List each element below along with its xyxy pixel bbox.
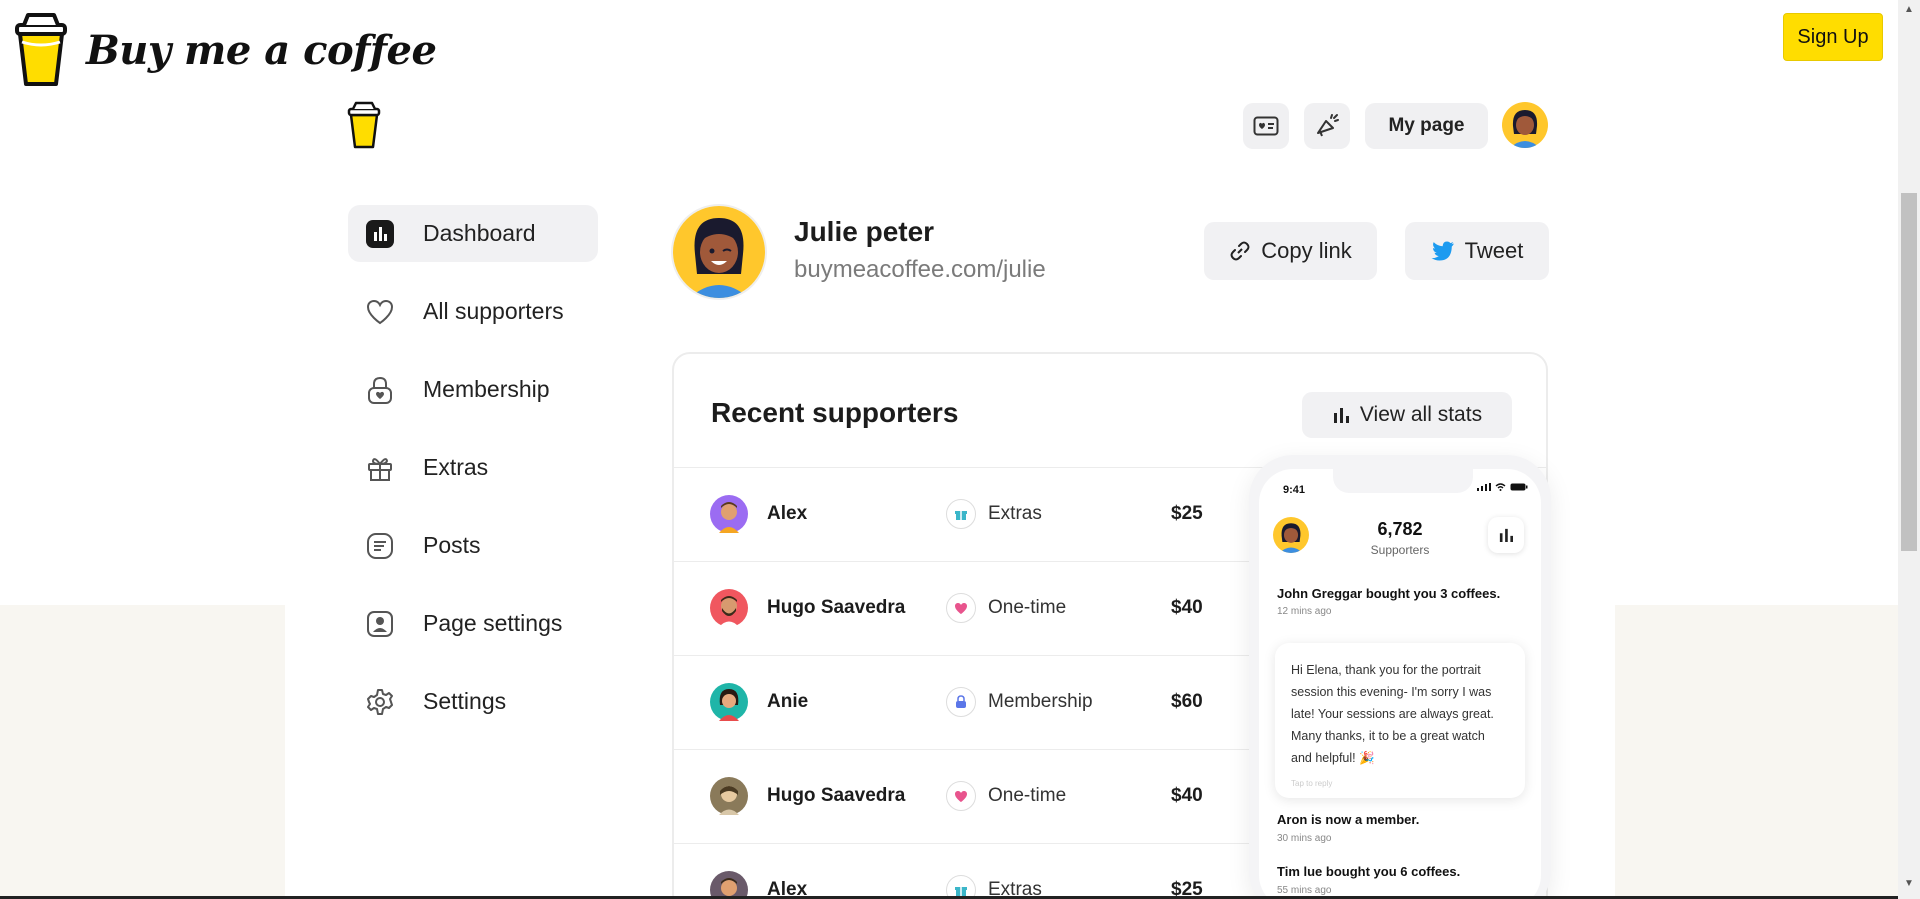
- sidebar-item-page-settings[interactable]: Page settings: [348, 595, 598, 652]
- sidebar-item-label: Dashboard: [423, 220, 536, 246]
- copy-link-label: Copy link: [1261, 238, 1352, 263]
- scroll-thumb[interactable]: [1901, 193, 1917, 551]
- supporter-name: Alex: [767, 503, 808, 524]
- extras-icon: [946, 499, 976, 529]
- feed-item-title: Aron is now a member.: [1277, 812, 1420, 827]
- sidebar-item-extras[interactable]: Extras: [348, 439, 598, 496]
- battery-icon: [1510, 483, 1528, 491]
- megaphone-icon: [1317, 114, 1339, 137]
- scroll-up-arrow-icon[interactable]: ▲: [1898, 4, 1920, 18]
- id-card-icon: [1253, 116, 1279, 136]
- lock-icon: [365, 375, 395, 405]
- sidebar-item-label: All supporters: [423, 298, 564, 324]
- supporter-name: Hugo Saavedra: [767, 597, 906, 618]
- profile-name: Julie peter: [794, 216, 935, 247]
- tweet-button[interactable]: Tweet: [1405, 222, 1549, 280]
- heart-icon: [365, 297, 395, 327]
- phone-time: 9:41: [1283, 484, 1306, 496]
- sidebar-item-membership[interactable]: Membership: [348, 361, 598, 418]
- support-amount: $25: [1171, 503, 1203, 524]
- phone-status-icons: [1477, 483, 1528, 491]
- heart-icon: [946, 781, 976, 811]
- message-text: Hi Elena, thank you for the portrait ses…: [1291, 663, 1494, 765]
- support-type: One-time: [988, 785, 1067, 806]
- view-all-stats-button[interactable]: View all stats: [1302, 392, 1512, 438]
- supporter-avatar: [710, 589, 748, 627]
- phone-notch: [1333, 469, 1473, 493]
- avatar-icon: [671, 204, 767, 300]
- coffee-cup-logo-icon: [15, 13, 67, 86]
- supporter-avatar: [710, 683, 748, 721]
- sidebar-item-label: Membership: [423, 376, 550, 402]
- phone-stats-button[interactable]: [1488, 517, 1524, 553]
- feed-item-title: Tim lue bought you 6 coffees.: [1277, 864, 1461, 879]
- feed-item-time: 30 mins ago: [1277, 833, 1332, 844]
- sidebar-item-dashboard[interactable]: Dashboard: [348, 205, 598, 262]
- site-logo[interactable]: Buy me a coffee: [14, 12, 437, 88]
- link-icon: [1230, 241, 1250, 261]
- dashboard-icon: [365, 219, 395, 249]
- support-amount: $40: [1171, 597, 1203, 618]
- view-all-stats-label: View all stats: [1359, 403, 1483, 426]
- id-card-button[interactable]: [1243, 103, 1289, 149]
- brand-wordmark: Buy me a coffee: [86, 26, 437, 74]
- my-page-button[interactable]: My page: [1365, 103, 1488, 149]
- page: Buy me a coffee Sign Up My page Dashboar…: [0, 0, 1920, 899]
- support-type: Extras: [988, 503, 1042, 524]
- support-type: Membership: [988, 691, 1093, 712]
- support-amount: $60: [1171, 691, 1203, 712]
- profile-avatar: [671, 204, 767, 300]
- phone-screen: 9:41 6,782 Supporters John Greggar bough…: [1259, 469, 1541, 899]
- support-type: One-time: [988, 597, 1067, 618]
- sidebar-item-label: Posts: [423, 532, 481, 558]
- supporter-name: Anie: [767, 691, 809, 712]
- sidebar: Dashboard All supporters Membership Extr…: [348, 205, 598, 751]
- sidebar-item-all-supporters[interactable]: All supporters: [348, 283, 598, 340]
- scroll-down-arrow-icon[interactable]: ▼: [1898, 878, 1920, 892]
- feed-item-time: 55 mins ago: [1277, 885, 1332, 896]
- sidebar-item-label: Settings: [423, 688, 507, 714]
- feed-item-title: John Greggar bought you 3 coffees.: [1277, 586, 1501, 601]
- bar-chart-icon: [1333, 408, 1349, 423]
- user-avatar[interactable]: [1502, 102, 1548, 148]
- bar-chart-icon: [1499, 528, 1513, 542]
- announce-button[interactable]: [1304, 103, 1350, 149]
- sidebar-item-settings[interactable]: Settings: [348, 673, 598, 730]
- avatar-icon: [1502, 102, 1548, 148]
- sidebar-item-label: Page settings: [423, 610, 563, 636]
- supporter-avatar: [710, 871, 748, 899]
- tweet-label: Tweet: [1464, 238, 1524, 263]
- page-scrollbar[interactable]: ▲ ▼: [1898, 0, 1920, 899]
- sign-up-button[interactable]: Sign Up: [1783, 13, 1883, 61]
- message-bubble: Hi Elena, thank you for the portrait ses…: [1275, 643, 1525, 798]
- heart-icon: [946, 593, 976, 623]
- coffee-cup-icon: [347, 101, 381, 149]
- twitter-icon: [1431, 241, 1454, 261]
- sidebar-item-label: Extras: [423, 454, 489, 480]
- tap-to-reply[interactable]: Tap to reply: [1291, 779, 1332, 788]
- page-settings-icon: [365, 609, 395, 639]
- supporter-name: Hugo Saavedra: [767, 785, 906, 806]
- signal-icon: [1477, 483, 1491, 491]
- copy-link-button[interactable]: Copy link: [1204, 222, 1377, 280]
- app-logo[interactable]: [347, 100, 381, 155]
- posts-icon: [365, 531, 395, 561]
- gift-icon: [365, 453, 395, 483]
- lock-icon: [946, 687, 976, 717]
- profile-url[interactable]: buymeacoffee.com/julie: [794, 256, 1046, 284]
- wifi-icon: [1495, 483, 1506, 491]
- supporter-avatar: [710, 777, 748, 815]
- support-amount: $40: [1171, 785, 1203, 806]
- gear-icon: [365, 687, 395, 717]
- sidebar-item-posts[interactable]: Posts: [348, 517, 598, 574]
- phone-mockup: 9:41 6,782 Supporters John Greggar bough…: [1249, 455, 1551, 899]
- feed-item-time: 12 mins ago: [1277, 606, 1332, 617]
- card-title: Recent supporters: [711, 397, 959, 428]
- supporter-avatar: [710, 495, 748, 533]
